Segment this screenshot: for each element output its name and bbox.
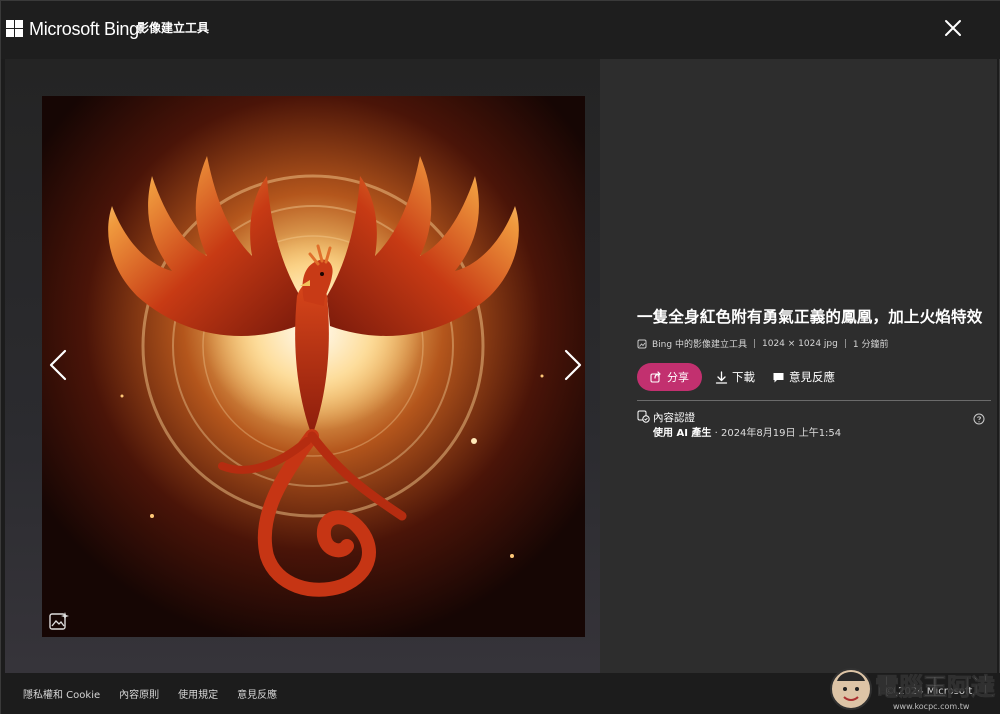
share-button[interactable]: 分享 [637, 363, 702, 391]
image-creator-icon [637, 339, 647, 349]
meta-time: 1 分鐘前 [852, 340, 889, 350]
share-label: 分享 [667, 371, 689, 384]
meta-source[interactable]: Bing 中的影像建立工具 [652, 337, 747, 350]
share-icon [650, 371, 661, 383]
footer-links: 隱私權和 Cookie 內容原則 使用規定 意見反應 [23, 686, 296, 701]
meta-size: 1024 × 1024 jpg [762, 338, 838, 349]
download-icon [715, 370, 728, 384]
content-credentials-icon [637, 410, 650, 423]
meta-separator: | [843, 338, 847, 349]
app-frame: Microsoft Bing 影像建立工具 一隻全身紅色附有勇氣正義的鳳凰，加上… [0, 0, 1000, 714]
image-viewer [5, 59, 600, 673]
image-ai-icon[interactable] [48, 610, 70, 632]
feedback-button[interactable]: 意見反應 [772, 369, 835, 385]
generated-image[interactable] [42, 96, 585, 637]
credentials-title: 內容認證 [653, 412, 695, 424]
download-button[interactable]: 下載 [715, 369, 755, 385]
image-title: 一隻全身紅色附有勇氣正義的鳳凰，加上火焰特效 [637, 308, 983, 326]
details-panel: 一隻全身紅色附有勇氣正義的鳳凰，加上火焰特效 Bing 中的影像建立工具 | 1… [600, 59, 997, 673]
credentials-date: · 2024年8月19日 上午1:54 [711, 428, 842, 439]
phoenix-image [42, 96, 585, 637]
footer-link-feedback[interactable]: 意見反應 [237, 686, 277, 701]
meta-separator: | [752, 338, 756, 349]
copyright: © 2024 Microsoft [885, 686, 973, 697]
footer-link-privacy[interactable]: 隱私權和 Cookie [23, 686, 100, 701]
sub-brand[interactable]: 影像建立工具 [137, 19, 209, 36]
credentials-prefix: 使用 AI 產生 [653, 428, 712, 439]
feedback-label: 意見反應 [789, 370, 835, 384]
feedback-icon [773, 372, 784, 382]
next-button[interactable] [558, 345, 588, 385]
footer: 隱私權和 Cookie 內容原則 使用規定 意見反應 © 2024 Micros… [1, 673, 1000, 714]
chevron-right-icon [564, 349, 582, 381]
divider [637, 400, 991, 401]
microsoft-logo-icon[interactable] [6, 20, 23, 37]
footer-link-terms[interactable]: 使用規定 [178, 686, 218, 701]
help-button[interactable] [973, 410, 985, 425]
credentials-line: 使用 AI 產生 · 2024年8月19日 上午1:54 [653, 424, 841, 439]
brand-name[interactable]: Microsoft Bing [29, 19, 139, 40]
previous-button[interactable] [43, 345, 73, 385]
help-icon [973, 413, 985, 425]
download-label: 下載 [732, 370, 755, 384]
header: Microsoft Bing 影像建立工具 [1, 1, 1000, 59]
footer-link-content-policy[interactable]: 內容原則 [119, 686, 159, 701]
image-meta: Bing 中的影像建立工具 | 1024 × 1024 jpg | 1 分鐘前 [637, 337, 889, 350]
close-button[interactable] [939, 14, 967, 42]
chevron-left-icon [49, 349, 67, 381]
close-icon [945, 20, 961, 36]
